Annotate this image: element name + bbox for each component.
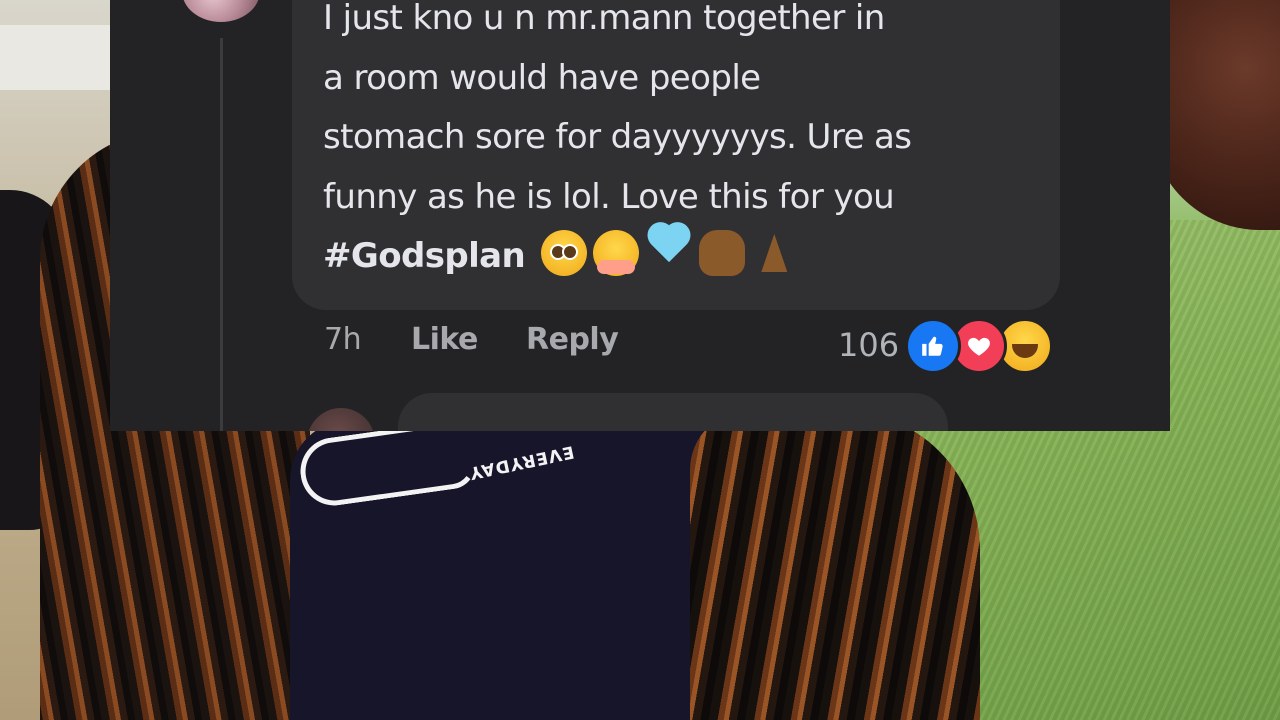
braids-right (690, 410, 980, 720)
comment-line: stomach sore for dayyyyyys. Ure as (323, 117, 912, 157)
hugging-face-icon (593, 230, 640, 276)
comment-timestamp: 7h (324, 322, 362, 357)
folded-hands-icon (751, 230, 797, 276)
reply-button[interactable]: Reply (526, 322, 619, 372)
comment-card: I just kno u n mr.mann together in a roo… (110, 0, 1170, 431)
reaction-icons[interactable] (905, 318, 1055, 374)
next-commenter-avatar[interactable] (307, 408, 375, 431)
comment-text: I just kno u n mr.mann together in a roo… (323, 0, 1043, 287)
like-button[interactable]: Like (411, 322, 478, 372)
pleading-face-icon (541, 230, 588, 276)
comment-line: a room would have people (323, 57, 761, 98)
light-blue-heart-icon (645, 230, 693, 276)
comment-line: funny as he is lol. Love this for you (323, 176, 895, 217)
comment-line: I just kno u n mr.mann together in (323, 0, 885, 38)
hashtag-link[interactable]: #Godsplan (323, 236, 526, 276)
raised-fist-icon (699, 230, 746, 276)
reaction-count[interactable]: 106 (838, 326, 899, 364)
thread-line (220, 38, 223, 431)
next-comment-bubble (398, 393, 948, 431)
thumbs-up-icon (905, 318, 961, 374)
commenter-avatar[interactable] (182, 0, 260, 22)
